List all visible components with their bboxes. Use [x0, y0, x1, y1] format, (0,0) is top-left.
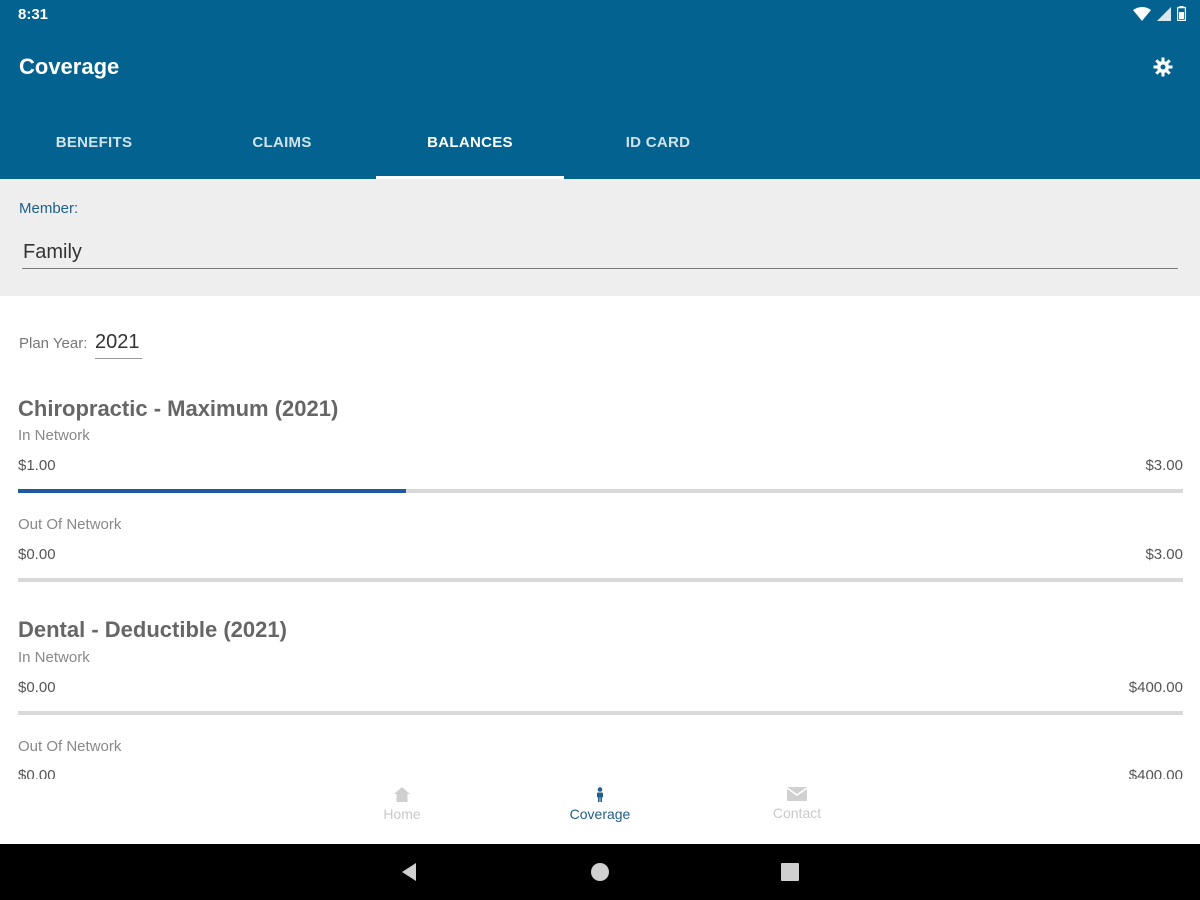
signal-icon — [1157, 6, 1171, 21]
status-bar: 8:31 — [0, 0, 1200, 30]
member-panel: Member: Family — [0, 179, 1200, 296]
amount-max: $400.00 — [1128, 767, 1183, 779]
progress-track — [18, 711, 1183, 715]
progress-track — [18, 489, 1183, 493]
plan-year-select[interactable]: 2021 — [95, 329, 142, 359]
amount-used: $1.00 — [18, 457, 56, 474]
section-title: Chiropractic - Maximum (2021) — [18, 396, 339, 421]
page-title: Coverage — [19, 54, 120, 79]
tab-claims[interactable]: CLAIMS — [188, 106, 376, 179]
battery-icon — [1177, 6, 1186, 21]
network-label: In Network — [18, 649, 90, 666]
nav-label: Contact — [772, 805, 822, 821]
nav-coverage[interactable]: Coverage — [540, 787, 660, 837]
progress-track — [18, 578, 1183, 582]
coverage-icon — [597, 787, 603, 802]
mail-icon — [787, 787, 807, 801]
plan-year-label: Plan Year: — [19, 335, 88, 352]
recents-icon — [781, 863, 799, 881]
app-bar: 8:31 Coverage BENEFITS CLAIMS BALANCES I… — [0, 0, 1200, 179]
tab-balances[interactable]: BALANCES — [376, 106, 564, 179]
wifi-icon — [1133, 6, 1151, 21]
back-button[interactable] — [397, 860, 421, 884]
amount-max: $400.00 — [1128, 679, 1183, 696]
tab-id-card[interactable]: ID CARD — [564, 106, 752, 179]
member-label: Member: — [19, 200, 79, 217]
system-nav-bar — [0, 844, 1200, 900]
nav-home[interactable]: Home — [342, 787, 462, 837]
status-time: 8:31 — [18, 6, 49, 23]
tab-benefits[interactable]: BENEFITS — [0, 106, 188, 179]
home-icon — [394, 787, 410, 802]
amount-used: $0.00 — [18, 767, 56, 779]
tab-bar: BENEFITS CLAIMS BALANCES ID CARD — [0, 106, 752, 179]
balances-content: Plan Year: 2021 Chiropractic - Maximum (… — [0, 296, 1200, 779]
circle-home-icon — [591, 863, 609, 881]
member-select[interactable]: Family — [22, 235, 1178, 269]
section-title: Dental - Deductible (2021) — [18, 617, 287, 642]
network-label: Out Of Network — [18, 738, 122, 755]
amount-used: $0.00 — [18, 679, 56, 696]
amount-max: $3.00 — [1145, 546, 1183, 563]
amount-max: $3.00 — [1145, 457, 1183, 474]
network-label: Out Of Network — [18, 516, 122, 533]
network-label: In Network — [18, 427, 90, 444]
plan-year-value: 2021 — [95, 331, 140, 353]
member-value: Family — [23, 241, 82, 263]
home-button[interactable] — [588, 860, 612, 884]
settings-button[interactable] — [1150, 54, 1176, 80]
status-icons — [1133, 6, 1186, 21]
gear-icon — [1153, 57, 1173, 77]
amount-used: $0.00 — [18, 546, 56, 563]
nav-label: Coverage — [569, 806, 631, 822]
bottom-nav: Home Coverage Contact — [0, 779, 1200, 844]
back-icon — [402, 863, 416, 881]
nav-label: Home — [383, 806, 421, 822]
recents-button[interactable] — [778, 860, 802, 884]
nav-contact[interactable]: Contact — [737, 787, 857, 837]
progress-fill — [18, 489, 406, 493]
